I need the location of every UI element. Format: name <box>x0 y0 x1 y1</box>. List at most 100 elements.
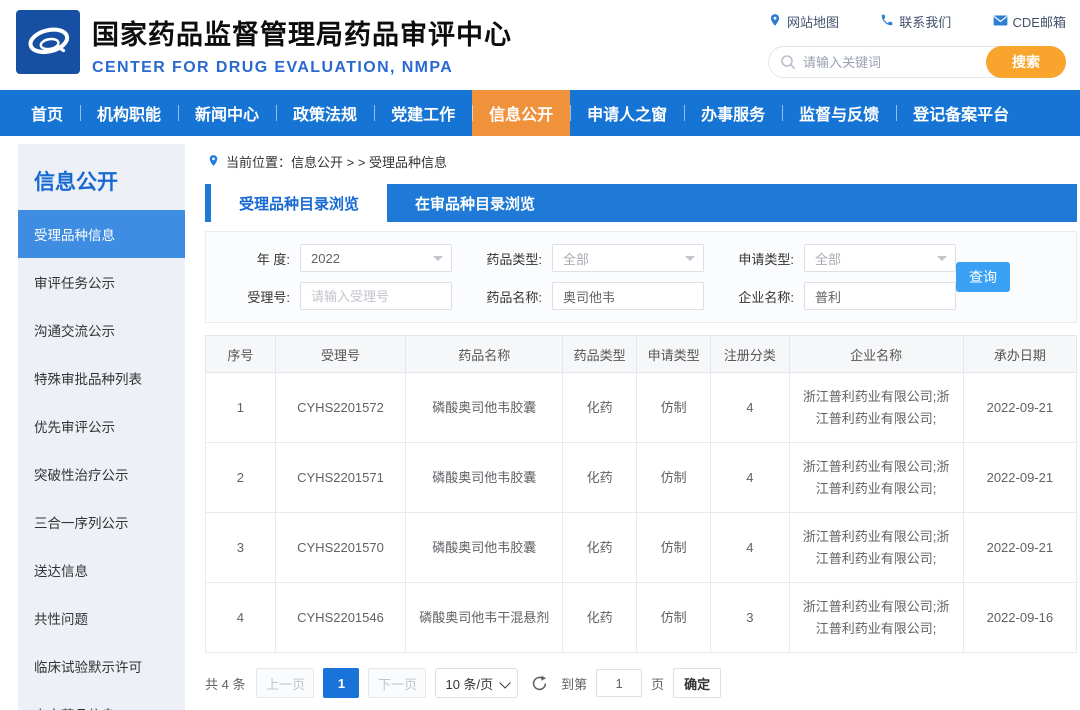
nav-item-party-building[interactable]: 党建工作 <box>374 90 472 136</box>
apply-type-select-value: 全部 <box>815 249 841 268</box>
chevron-down-icon <box>433 256 443 266</box>
sidebar-item-accepted-varieties[interactable]: 受理品种信息 <box>18 210 185 258</box>
cell-drug-name: 磷酸奥司他韦干混悬剂 <box>406 583 563 653</box>
company-label: 企业名称: <box>724 287 794 306</box>
total-count: 共 4 条 <box>205 674 245 693</box>
site-subtitle: CENTER FOR DRUG EVALUATION, NMPA <box>92 59 512 77</box>
table-header-row: 序号 受理号 药品名称 药品类型 申请类型 注册分类 企业名称 承办日期 <box>206 336 1077 373</box>
contact-link[interactable]: 联系我们 <box>880 12 951 31</box>
cell-drug-name: 磷酸奥司他韦胶囊 <box>406 513 563 583</box>
nav-item-services[interactable]: 办事服务 <box>684 90 782 136</box>
sitemap-link-label: 网站地图 <box>787 12 839 31</box>
col-drug-type: 药品类型 <box>563 336 637 373</box>
tab-bar: 受理品种目录浏览 在审品种目录浏览 <box>205 184 1077 222</box>
site-titles: 国家药品监督管理局药品审评中心 CENTER FOR DRUG EVALUATI… <box>92 13 512 77</box>
sidebar-item-marketed-drugs[interactable]: 上市药品信息 <box>18 690 185 710</box>
page: 国家药品监督管理局药品审评中心 CENTER FOR DRUG EVALUATI… <box>0 0 1080 710</box>
sitemap-link[interactable]: 网站地图 <box>768 12 839 31</box>
sidebar-item-common-issues[interactable]: 共性问题 <box>18 594 185 642</box>
cell-reg-class: 4 <box>711 513 789 583</box>
cell-acceptance-no: CYHS2201570 <box>275 513 406 583</box>
cde-mail-link[interactable]: CDE邮箱 <box>993 12 1066 31</box>
goto-page-input[interactable] <box>596 669 642 697</box>
main-nav: 首页 机构职能 新闻中心 政策法规 党建工作 信息公开 申请人之窗 办事服务 监… <box>0 90 1080 136</box>
cell-acceptance-no: CYHS2201546 <box>275 583 406 653</box>
drug-type-field: 药品类型: 全部 <box>472 244 704 272</box>
goto-suffix: 页 <box>651 674 664 693</box>
page-1-button[interactable]: 1 <box>323 668 359 698</box>
cde-logo-swoosh-icon <box>22 14 74 71</box>
cell-apply-type: 仿制 <box>637 373 711 443</box>
apply-type-label: 申请类型: <box>724 249 794 268</box>
drug-name-input[interactable] <box>552 282 704 310</box>
cde-mail-link-label: CDE邮箱 <box>1013 12 1066 31</box>
cell-reg-class: 3 <box>711 583 789 653</box>
nav-item-news[interactable]: 新闻中心 <box>178 90 276 136</box>
col-acceptance-no: 受理号 <box>275 336 406 373</box>
cell-date: 2022-09-21 <box>963 443 1076 513</box>
envelope-icon <box>993 14 1008 30</box>
col-reg-class: 注册分类 <box>711 336 789 373</box>
search-button[interactable]: 搜索 <box>986 46 1066 78</box>
sidebar-item-breakthrough-therapy[interactable]: 突破性治疗公示 <box>18 450 185 498</box>
tab-under-review-catalog[interactable]: 在审品种目录浏览 <box>387 184 563 222</box>
drug-type-select[interactable]: 全部 <box>552 244 704 272</box>
company-input[interactable] <box>804 282 956 310</box>
query-button[interactable]: 查询 <box>956 262 1010 292</box>
sidebar-item-special-approval[interactable]: 特殊审批品种列表 <box>18 354 185 402</box>
prev-page-button[interactable]: 上一页 <box>256 668 314 698</box>
sidebar-item-communication[interactable]: 沟通交流公示 <box>18 306 185 354</box>
drug-name-field: 药品名称: <box>472 282 704 310</box>
sidebar-item-review-tasks[interactable]: 审评任务公示 <box>18 258 185 306</box>
cell-reg-class: 4 <box>711 443 789 513</box>
acceptance-no-input[interactable] <box>300 282 452 310</box>
cde-logo[interactable] <box>16 10 80 74</box>
drug-name-label: 药品名称: <box>472 287 542 306</box>
pagination: 共 4 条 上一页 1 下一页 10 条/页 到第 页 确定 <box>205 668 1077 710</box>
cell-seq: 4 <box>206 583 276 653</box>
col-company: 企业名称 <box>789 336 963 373</box>
nav-item-applicant-window[interactable]: 申请人之窗 <box>570 90 684 136</box>
site-title: 国家药品监督管理局药品审评中心 <box>92 13 512 52</box>
refresh-icon[interactable] <box>531 675 548 692</box>
year-select-value: 2022 <box>311 251 340 266</box>
cell-drug-name: 磷酸奥司他韦胶囊 <box>406 373 563 443</box>
breadcrumb-pin-icon <box>207 154 220 170</box>
tab-accepted-catalog[interactable]: 受理品种目录浏览 <box>211 184 387 222</box>
table-row: 2 CYHS2201571 磷酸奥司他韦胶囊 化药 仿制 4 浙江普利药业有限公… <box>206 443 1077 513</box>
filter-panel: 年 度: 2022 药品类型: 全部 申请类 <box>205 231 1077 323</box>
nav-item-supervision[interactable]: 监督与反馈 <box>782 90 896 136</box>
sidebar: 信息公开 受理品种信息 审评任务公示 沟通交流公示 特殊审批品种列表 优先审评公… <box>18 144 185 710</box>
cell-company: 浙江普利药业有限公司;浙江普利药业有限公司; <box>789 513 963 583</box>
confirm-button[interactable]: 确定 <box>673 668 721 698</box>
sidebar-item-delivery-info[interactable]: 送达信息 <box>18 546 185 594</box>
nav-item-home[interactable]: 首页 <box>14 90 80 136</box>
search-icon <box>780 54 796 75</box>
next-page-button[interactable]: 下一页 <box>368 668 426 698</box>
nav-item-policies[interactable]: 政策法规 <box>276 90 374 136</box>
breadcrumb-text: 当前位置：信息公开 > > 受理品种信息 <box>226 152 447 171</box>
year-label: 年 度: <box>220 249 290 268</box>
page-size-select[interactable]: 10 条/页 <box>435 668 518 698</box>
apply-type-select[interactable]: 全部 <box>804 244 956 272</box>
header: 国家药品监督管理局药品审评中心 CENTER FOR DRUG EVALUATI… <box>0 0 1080 90</box>
col-apply-type: 申请类型 <box>637 336 711 373</box>
cell-date: 2022-09-21 <box>963 513 1076 583</box>
sidebar-item-priority-review[interactable]: 优先审评公示 <box>18 402 185 450</box>
cell-drug-type: 化药 <box>563 513 637 583</box>
content: 当前位置：信息公开 > > 受理品种信息 受理品种目录浏览 在审品种目录浏览 年… <box>205 150 1077 710</box>
cell-drug-name: 磷酸奥司他韦胶囊 <box>406 443 563 513</box>
chevron-down-icon <box>685 256 695 266</box>
year-select[interactable]: 2022 <box>300 244 452 272</box>
company-field: 企业名称: <box>724 282 956 310</box>
nav-item-registration-platform[interactable]: 登记备案平台 <box>896 90 1026 136</box>
phone-icon <box>880 13 894 30</box>
sidebar-title: 信息公开 <box>18 144 185 210</box>
goto-prefix: 到第 <box>561 674 587 693</box>
nav-item-functions[interactable]: 机构职能 <box>80 90 178 136</box>
cell-apply-type: 仿制 <box>637 583 711 653</box>
sidebar-item-three-in-one[interactable]: 三合一序列公示 <box>18 498 185 546</box>
sidebar-item-clinical-trial-approval[interactable]: 临床试验默示许可 <box>18 642 185 690</box>
nav-item-info-disclosure[interactable]: 信息公开 <box>472 90 570 136</box>
body: 信息公开 受理品种信息 审评任务公示 沟通交流公示 特殊审批品种列表 优先审评公… <box>0 136 1080 710</box>
